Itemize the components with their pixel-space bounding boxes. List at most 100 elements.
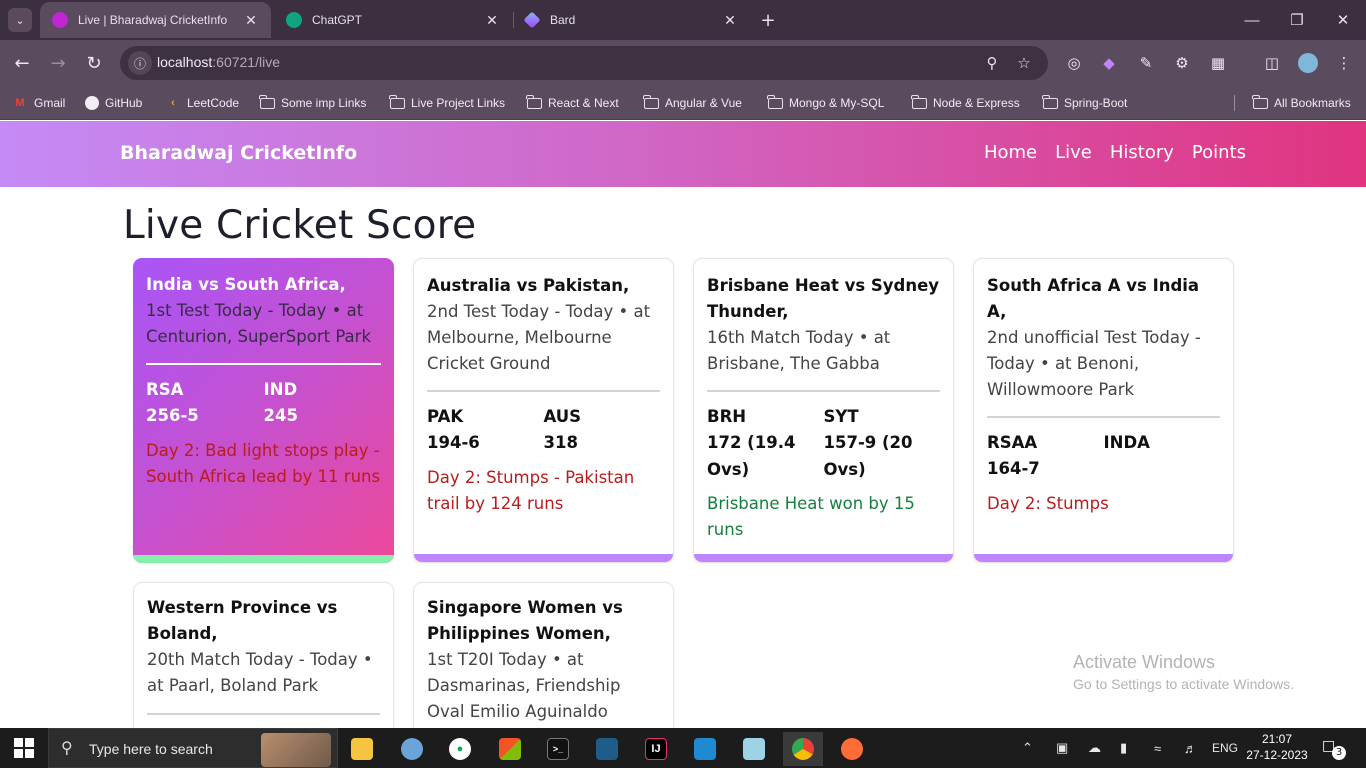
notification-center-icon[interactable]: □ 3: [1322, 738, 1346, 760]
menu-kebab-icon[interactable]: ⋮: [1332, 51, 1356, 75]
nav-links: Home Live History Points: [984, 142, 1246, 163]
bookmark-github[interactable]: GitHub: [85, 92, 142, 114]
input-language[interactable]: ENG: [1212, 728, 1238, 768]
team-1: PAK 194-6: [427, 404, 544, 457]
nav-history[interactable]: History: [1110, 142, 1174, 163]
mysql-workbench-icon[interactable]: [587, 732, 627, 766]
bookmark-folder-angular-vue[interactable]: Angular & Vue: [643, 92, 742, 114]
match-card[interactable]: Singapore Women vs Philippines Women, 1s…: [413, 582, 674, 742]
match-card[interactable]: Western Province vs Boland, 20th Match T…: [133, 582, 394, 742]
match-title: South Africa A vs India A,: [987, 276, 1200, 321]
close-tab-icon[interactable]: ✕: [243, 12, 259, 29]
team-score: 157-9 (20 Ovs): [823, 433, 913, 479]
bookmark-star-icon[interactable]: ☆: [1012, 51, 1036, 75]
all-bookmarks[interactable]: All Bookmarks: [1252, 92, 1351, 114]
file-explorer-icon[interactable]: [342, 732, 382, 766]
match-description: 1st Test Today - Today • at Centurion, S…: [146, 301, 372, 346]
address-bar[interactable]: ⓘ localhost:60721/live ⚲ ☆: [120, 46, 1048, 80]
battery-icon[interactable]: ▮: [1120, 728, 1127, 768]
profile-avatar[interactable]: [1296, 51, 1320, 75]
microsoft-store-icon[interactable]: [490, 732, 530, 766]
match-card[interactable]: India vs South Africa, 1st Test Today - …: [133, 258, 394, 563]
paint-icon[interactable]: [392, 732, 432, 766]
minimize-icon[interactable]: —: [1240, 8, 1264, 32]
team-2: INDA: [1104, 430, 1221, 483]
terminal-icon[interactable]: >_: [538, 732, 578, 766]
url-text: localhost:60721/live: [157, 54, 280, 70]
match-description: 16th Match Today • at Brisbane, The Gabb…: [707, 328, 891, 373]
new-tab-icon[interactable]: +: [758, 8, 778, 32]
close-tab-icon[interactable]: ✕: [722, 12, 738, 29]
tab-bard[interactable]: Bard ✕: [512, 2, 750, 38]
mongodb-compass-icon[interactable]: ●: [440, 732, 480, 766]
volume-icon[interactable]: ♬: [1184, 728, 1197, 768]
nav-live[interactable]: Live: [1055, 142, 1092, 163]
restore-icon[interactable]: ❐: [1285, 8, 1309, 32]
zoom-icon[interactable]: ⚲: [980, 51, 1004, 75]
color-picker-icon[interactable]: ✎: [1134, 51, 1158, 75]
bookmark-folder-node-express[interactable]: Node & Express: [911, 92, 1020, 114]
windows-start-icon[interactable]: [14, 738, 34, 758]
tab-search-chevron-icon[interactable]: ⌄: [8, 8, 32, 32]
team-name: SYT: [823, 406, 859, 426]
team-score: 172 (19.4 Ovs): [707, 433, 796, 479]
bookmark-folder-spring-boot[interactable]: Spring-Boot: [1042, 92, 1127, 114]
team-name: RSAA: [987, 432, 1038, 452]
match-description: 1st T20I Today • at Dasmarinas, Friendsh…: [427, 650, 621, 721]
search-icon: ⚲: [61, 738, 73, 757]
team-1: BRH 172 (19.4 Ovs): [707, 404, 824, 484]
search-placeholder: Type here to search: [89, 741, 213, 757]
card-divider: [987, 416, 1220, 418]
onedrive-icon[interactable]: ☁: [1088, 728, 1101, 768]
back-icon[interactable]: ←: [9, 50, 35, 76]
notification-count: 3: [1332, 746, 1346, 760]
extension-gem-icon[interactable]: ◆: [1097, 51, 1121, 75]
brand-logo-text[interactable]: Bharadwaj CricketInfo: [120, 142, 357, 164]
postman-icon[interactable]: [832, 732, 872, 766]
match-card[interactable]: Australia vs Pakistan, 2nd Test Today - …: [413, 258, 674, 563]
extensions-puzzle-icon[interactable]: ▦: [1206, 51, 1230, 75]
close-tab-icon[interactable]: ✕: [484, 12, 500, 29]
notepad-icon[interactable]: [734, 732, 774, 766]
chrome-icon[interactable]: [783, 732, 823, 766]
team-name: AUS: [543, 406, 582, 426]
team-score: 164-7: [987, 459, 1040, 478]
bookmark-folder-some-imp-links[interactable]: Some imp Links: [259, 92, 366, 114]
search-highlight-image: [261, 733, 331, 767]
forward-icon[interactable]: →: [45, 50, 71, 76]
intellij-idea-icon[interactable]: IJ: [636, 732, 676, 766]
extension-search-icon[interactable]: ⚙: [1170, 51, 1194, 75]
tab-live-cricketinfo[interactable]: Live | Bharadwaj CricketInfo ✕: [40, 2, 271, 38]
tab-chatgpt[interactable]: ChatGPT ✕: [274, 2, 512, 38]
site-info-icon[interactable]: ⓘ: [128, 51, 152, 75]
bookmark-gmail[interactable]: M Gmail: [12, 92, 65, 114]
clock[interactable]: 21:07 27-12-2023: [1244, 731, 1310, 763]
close-window-icon[interactable]: ✕: [1331, 8, 1355, 32]
team-2: AUS 318: [544, 404, 661, 457]
tab-title: Live | Bharadwaj CricketInfo: [78, 13, 228, 27]
nav-home[interactable]: Home: [984, 142, 1037, 163]
reload-icon[interactable]: ↻: [81, 50, 107, 76]
browser-toolbar: ← → ↻ ⓘ localhost:60721/live ⚲ ☆ ◎ ◆ ✎ ⚙…: [0, 40, 1366, 86]
vscode-icon[interactable]: [685, 732, 725, 766]
nav-points[interactable]: Points: [1192, 142, 1246, 163]
match-title: Western Province vs Boland,: [147, 598, 338, 643]
team-score: 194-6: [427, 433, 480, 452]
folder-icon: [526, 94, 542, 110]
bookmark-folder-live-project-links[interactable]: Live Project Links: [389, 92, 505, 114]
meet-now-icon[interactable]: ▣: [1056, 728, 1068, 768]
extension-target-icon[interactable]: ◎: [1062, 51, 1086, 75]
match-card[interactable]: Brisbane Heat vs Sydney Thunder, 16th Ma…: [693, 258, 954, 563]
match-title: Australia vs Pakistan,: [427, 276, 630, 295]
team-1: RSAA 164-7: [987, 430, 1104, 483]
tab-title: Bard: [550, 13, 576, 27]
bookmark-folder-mongo-mysql[interactable]: Mongo & My-SQL: [767, 92, 884, 114]
bookmark-leetcode[interactable]: ‹ LeetCode: [165, 92, 239, 114]
folder-icon: [259, 94, 275, 110]
wifi-icon[interactable]: ≈: [1154, 728, 1161, 768]
bookmark-folder-react-next[interactable]: React & Next: [526, 92, 619, 114]
match-card[interactable]: South Africa A vs India A, 2nd unofficia…: [973, 258, 1234, 563]
side-panel-icon[interactable]: ◫: [1260, 51, 1284, 75]
taskbar-search-box[interactable]: ⚲ Type here to search: [48, 728, 338, 768]
show-hidden-icons[interactable]: ⌃: [1022, 728, 1033, 768]
